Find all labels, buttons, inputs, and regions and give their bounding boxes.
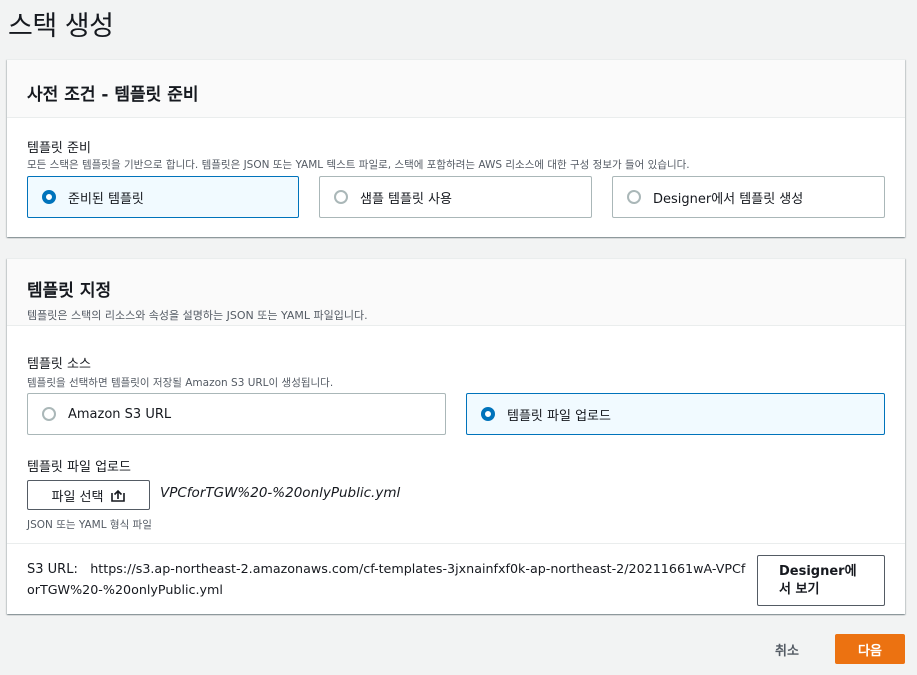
view-in-designer-label-line-2: 서 보기 (779, 582, 820, 597)
s3-url-label: S3 URL: (27, 562, 78, 577)
choose-file-label: 파일 선택 (51, 489, 104, 505)
radio-selected-icon[interactable] (42, 190, 56, 204)
choose-file-button[interactable]: 파일 선택 (27, 480, 150, 510)
s3-url-divider (7, 543, 905, 544)
file-format-hint: JSON 또는 YAML 형식 파일 (27, 519, 152, 531)
page-title: 스택 생성 (8, 11, 114, 42)
upload-icon (111, 489, 126, 502)
prepare-template-label: 템플릿 준비 (27, 141, 91, 156)
option-designer-template-label: Designer에서 템플릿 생성 (653, 191, 804, 207)
source-upload-template-file-label: 템플릿 파일 업로드 (507, 408, 611, 424)
view-in-designer-label-line-1: Designer에 (779, 564, 857, 579)
specify-template-panel: 템플릿 지정 템플릿은 스택의 리소스와 속성을 설명하는 JSON 또는 YA… (7, 258, 905, 614)
cancel-button[interactable]: 취소 (775, 640, 799, 659)
view-in-designer-button[interactable]: Designer에 서 보기 (757, 555, 885, 606)
option-designer-template[interactable]: Designer에서 템플릿 생성 (612, 176, 885, 218)
prerequisite-panel: 사전 조건 - 템플릿 준비 템플릿 준비 모든 스택은 템플릿을 기반으로 합… (7, 59, 905, 237)
prerequisite-panel-title: 사전 조건 - 템플릿 준비 (27, 85, 199, 105)
option-sample-template-label: 샘플 템플릿 사용 (360, 191, 452, 207)
option-template-ready[interactable]: 준비된 템플릿 (27, 176, 299, 218)
selected-file-name: VPCforTGW%20-%20onlyPublic.yml (160, 485, 401, 501)
radio-unselected-icon[interactable] (334, 190, 348, 204)
radio-selected-icon[interactable] (481, 407, 495, 421)
specify-template-panel-title: 템플릿 지정 (27, 281, 112, 301)
s3-url-line-1: S3 URL: https://s3.ap-northeast-2.amazon… (27, 559, 757, 580)
prepare-template-description: 모든 스택은 템플릿을 기반으로 합니다. 템플릿은 JSON 또는 YAML … (27, 159, 690, 171)
upload-template-file-label: 템플릿 파일 업로드 (27, 460, 131, 475)
s3-url-value-part-1: https://s3.ap-northeast-2.amazonaws.com/… (90, 561, 746, 576)
source-upload-template-file[interactable]: 템플릿 파일 업로드 (466, 393, 885, 435)
radio-unselected-icon[interactable] (627, 190, 641, 204)
s3-url-value-part-2: orTGW%20-%20onlyPublic.yml (27, 582, 223, 597)
option-template-ready-label: 준비된 템플릿 (68, 191, 144, 207)
template-source-label: 템플릿 소스 (27, 357, 91, 372)
next-button[interactable]: 다음 (835, 634, 905, 664)
source-amazon-s3-url-label: Amazon S3 URL (68, 406, 172, 422)
specify-template-panel-description: 템플릿은 스택의 리소스와 속성을 설명하는 JSON 또는 YAML 파일입니… (27, 309, 368, 322)
source-amazon-s3-url[interactable]: Amazon S3 URL (27, 393, 446, 435)
s3-url-text: S3 URL: https://s3.ap-northeast-2.amazon… (27, 559, 757, 600)
option-sample-template[interactable]: 샘플 템플릿 사용 (319, 176, 592, 218)
template-source-description: 템플릿을 선택하면 템플릿이 저장될 Amazon S3 URL이 생성됩니다. (27, 377, 334, 389)
specify-template-panel-header: 템플릿 지정 템플릿은 스택의 리소스와 속성을 설명하는 JSON 또는 YA… (7, 259, 905, 326)
prerequisite-panel-header: 사전 조건 - 템플릿 준비 (7, 60, 905, 118)
radio-unselected-icon[interactable] (42, 407, 56, 421)
